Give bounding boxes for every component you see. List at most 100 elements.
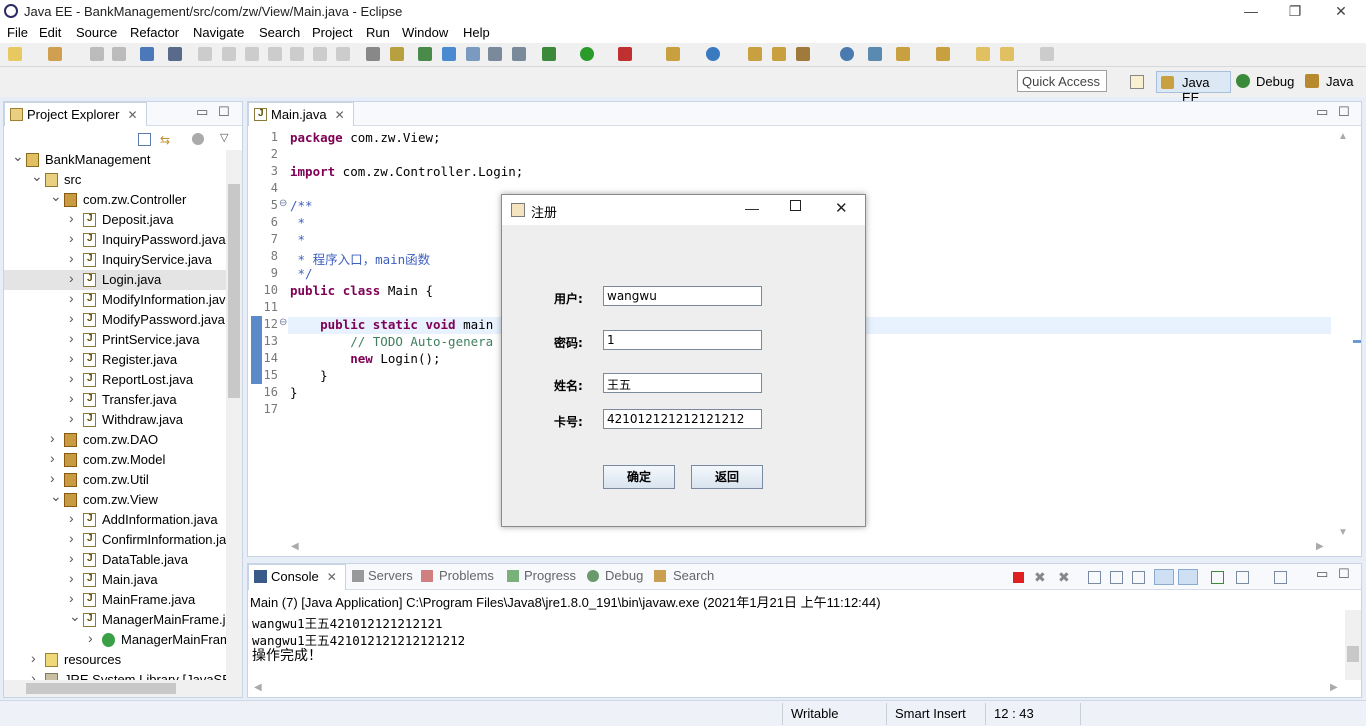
maximize-icon[interactable]: ☐: [218, 104, 230, 120]
tree-item[interactable]: › Deposit.java: [4, 210, 226, 230]
tab-project-explorer[interactable]: Project Explorer ✕: [4, 102, 147, 126]
card-number-input[interactable]: 421012121212121212: [603, 409, 762, 429]
back-button[interactable]: 返回: [691, 465, 763, 489]
expand-arrow-icon[interactable]: ›: [31, 650, 41, 666]
collapse-arrow-icon[interactable]: ⌄: [50, 488, 62, 505]
menu-refactor[interactable]: Refactor: [130, 25, 179, 40]
tree-item[interactable]: › InquiryPassword.java: [4, 230, 226, 250]
tab-main-java[interactable]: Main.java ✕: [248, 102, 354, 126]
toggle-mark-icon[interactable]: [418, 47, 432, 61]
expand-arrow-icon[interactable]: ›: [31, 670, 41, 680]
close-icon[interactable]: ✕: [335, 108, 345, 122]
code-line[interactable]: *: [290, 215, 306, 230]
menu-window[interactable]: Window: [402, 25, 448, 40]
filter-icon[interactable]: [192, 133, 204, 145]
close-icon[interactable]: ✕: [127, 108, 137, 122]
tree-item[interactable]: › AddInformation.java: [4, 510, 226, 530]
new-icon[interactable]: [8, 47, 22, 61]
tree-item[interactable]: › InquiryService.java: [4, 250, 226, 270]
suspend-icon[interactable]: [222, 47, 236, 61]
maximize-icon[interactable]: ☐: [1338, 566, 1350, 582]
code-line[interactable]: */: [290, 266, 313, 281]
scroll-left-icon[interactable]: ◀: [291, 541, 299, 552]
code-line[interactable]: // TODO Auto-genera: [290, 334, 493, 349]
new-java-project-icon[interactable]: [666, 47, 680, 61]
last-edit-icon[interactable]: [976, 47, 990, 61]
code-line[interactable]: /**: [290, 198, 313, 213]
block-select-icon[interactable]: [488, 47, 502, 61]
minimize-icon[interactable]: —: [1240, 2, 1262, 20]
expand-arrow-icon[interactable]: ›: [69, 570, 79, 586]
view-menu-icon[interactable]: ▽: [220, 131, 228, 144]
tree-item[interactable]: › com.zw.DAO: [4, 430, 226, 450]
expand-arrow-icon[interactable]: ›: [69, 590, 79, 606]
tree-item[interactable]: › ModifyPassword.java: [4, 310, 226, 330]
annotation-icon[interactable]: [868, 47, 882, 61]
save-all-icon[interactable]: [112, 47, 126, 61]
display-console-icon[interactable]: [1236, 571, 1249, 584]
maximize-icon[interactable]: [790, 200, 801, 211]
expand-arrow-icon[interactable]: ›: [69, 530, 79, 546]
expand-arrow-icon[interactable]: ›: [69, 410, 79, 426]
tree-item[interactable]: › com.zw.Model: [4, 450, 226, 470]
tree-item[interactable]: › ModifyInformation.java: [4, 290, 226, 310]
scroll-left-icon[interactable]: ◀: [254, 682, 262, 693]
tree-item[interactable]: › Login.java: [4, 270, 226, 290]
code-line[interactable]: }: [290, 385, 298, 400]
expand-arrow-icon[interactable]: ›: [69, 390, 79, 406]
terminal-icon[interactable]: [140, 47, 154, 61]
expand-arrow-icon[interactable]: ›: [50, 430, 60, 446]
tree-item[interactable]: ⌄ src: [4, 168, 226, 190]
scroll-thumb[interactable]: [228, 184, 240, 398]
dialog-title-bar[interactable]: 注册 — ✕: [502, 195, 865, 225]
tree-item[interactable]: › ReportLost.java: [4, 370, 226, 390]
new-class-icon[interactable]: [706, 47, 720, 61]
quick-access-input[interactable]: Quick Access: [1017, 70, 1107, 92]
collapse-arrow-icon[interactable]: ⌄: [50, 188, 62, 205]
tree-item[interactable]: ⌄ ManagerMainFrame.java: [4, 608, 226, 630]
console-vscrollbar[interactable]: [1345, 610, 1361, 680]
expand-arrow-icon[interactable]: ›: [69, 270, 79, 286]
tree-item[interactable]: › JRE System Library [JavaSE-1.8]: [4, 670, 226, 680]
link-editor-icon[interactable]: ⇆: [160, 133, 174, 147]
remove-launch-icon[interactable]: ✖: [1034, 569, 1046, 586]
disconnect-icon[interactable]: [268, 47, 282, 61]
menu-run[interactable]: Run: [366, 25, 390, 40]
code-line[interactable]: package com.zw.View;: [290, 130, 441, 145]
fold-icon[interactable]: ⊖: [279, 198, 287, 209]
menu-help[interactable]: Help: [463, 25, 490, 40]
username-input[interactable]: wangwu: [603, 286, 762, 306]
tree-item[interactable]: › Register.java: [4, 350, 226, 370]
menu-source[interactable]: Source: [76, 25, 117, 40]
save-icon[interactable]: [90, 47, 104, 61]
word-wrap-icon[interactable]: [512, 47, 526, 61]
remove-all-icon[interactable]: ✖: [1058, 569, 1070, 586]
tree-item[interactable]: ⌄ com.zw.Controller: [4, 188, 226, 210]
ok-button[interactable]: 确定: [603, 465, 675, 489]
restore-icon[interactable]: ❐: [1284, 2, 1306, 20]
debug-icon[interactable]: [542, 47, 556, 61]
menu-project[interactable]: Project: [312, 25, 352, 40]
maximize-icon[interactable]: ☐: [1338, 104, 1350, 120]
open-perspective-icon[interactable]: [1130, 75, 1144, 89]
tree-item[interactable]: › Withdraw.java: [4, 410, 226, 430]
expand-arrow-icon[interactable]: ›: [69, 290, 79, 306]
expand-arrow-icon[interactable]: ›: [69, 250, 79, 266]
tree-item[interactable]: › ConfirmInformation.java: [4, 530, 226, 550]
name-input[interactable]: 王五: [603, 373, 762, 393]
menu-file[interactable]: File: [7, 25, 28, 40]
expand-arrow-icon[interactable]: ›: [69, 310, 79, 326]
scroll-thumb[interactable]: [26, 683, 176, 694]
tree-item[interactable]: ⌄ com.zw.View: [4, 488, 226, 510]
tree-item[interactable]: › DataTable.java: [4, 550, 226, 570]
tab-progress[interactable]: Progress: [524, 568, 576, 583]
expand-arrow-icon[interactable]: ›: [50, 470, 60, 486]
minimize-icon[interactable]: —: [745, 200, 759, 216]
globe-icon[interactable]: [840, 47, 854, 61]
step-over-icon[interactable]: [313, 47, 327, 61]
tree-item[interactable]: › MainFrame.java: [4, 590, 226, 610]
perspective-debug[interactable]: Debug: [1256, 74, 1294, 89]
show-stderr-icon[interactable]: [1178, 569, 1198, 585]
collapse-arrow-icon[interactable]: ⌄: [12, 150, 24, 165]
expand-arrow-icon[interactable]: ›: [69, 350, 79, 366]
